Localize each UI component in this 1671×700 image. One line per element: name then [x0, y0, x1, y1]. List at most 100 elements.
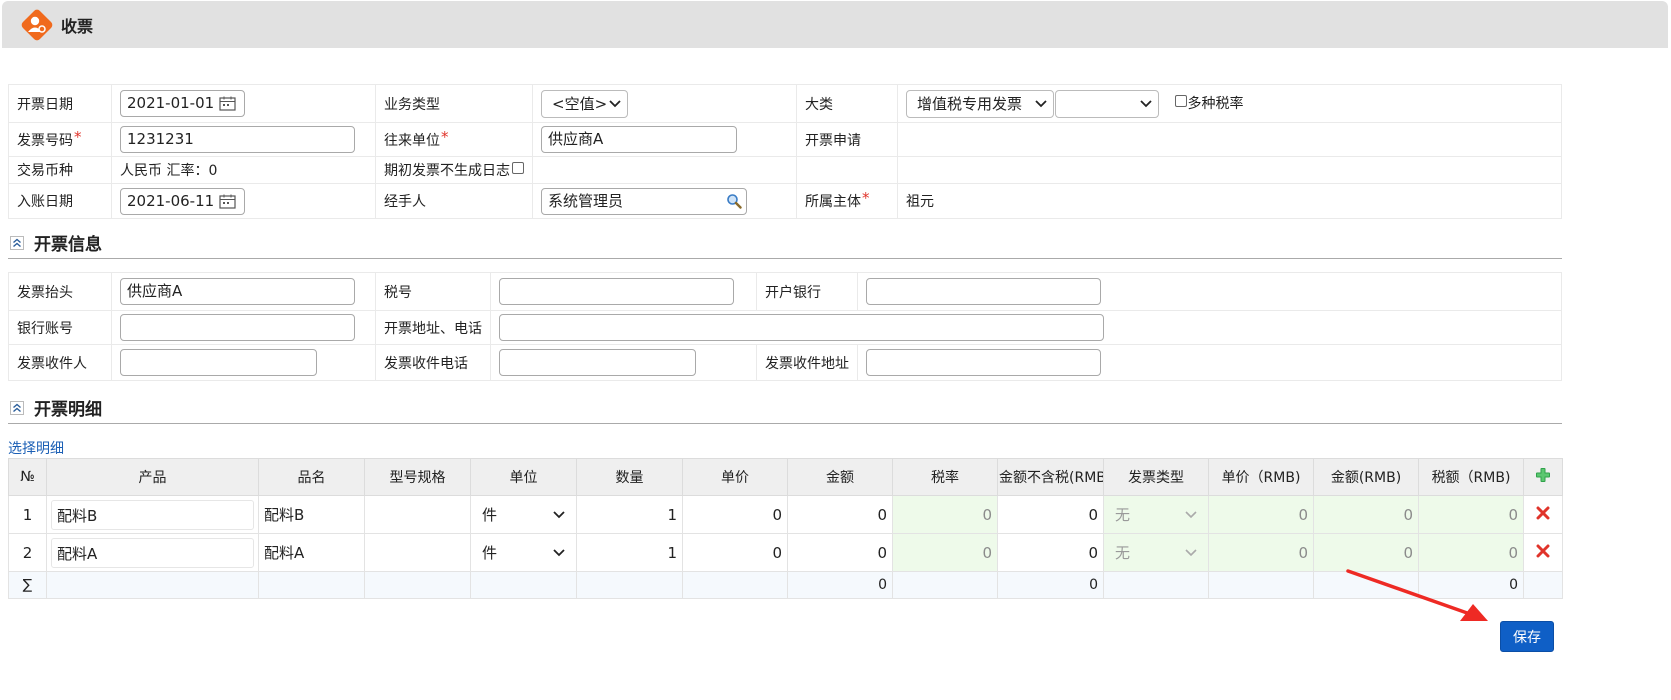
add-row-icon[interactable]	[1535, 467, 1551, 483]
unit-select[interactable]: 件	[476, 538, 571, 568]
no-initial-log-label: 期初发票不生成日志	[384, 163, 510, 179]
recipient-label: 发票收件人	[8, 344, 112, 381]
category-sub-select[interactable]	[1055, 89, 1159, 118]
sum-amount: 0	[787, 571, 893, 599]
invoice-number-input[interactable]: 1231231	[120, 126, 355, 153]
handler-label: 经手人	[375, 183, 533, 219]
name-cell: 配料B	[258, 495, 365, 534]
no-initial-log-checkbox[interactable]	[512, 162, 524, 174]
collapse-icon[interactable]	[10, 235, 24, 250]
amount-excl-tax-input[interactable]: 0	[997, 533, 1104, 572]
calendar-icon[interactable]	[219, 96, 236, 111]
col-header-amount-rmb: 金额(RMB)	[1313, 458, 1419, 496]
qty-input[interactable]: 1	[576, 533, 683, 572]
col-header-tax-rate: 税率	[892, 458, 998, 496]
col-header-tax-rmb: 税额（RMB)	[1418, 458, 1524, 496]
delete-row-icon[interactable]	[1536, 506, 1550, 520]
magnifier-icon[interactable]	[726, 193, 742, 209]
entity-label: 所属主体	[805, 194, 861, 210]
multi-tax-rate-label: 多种税率	[1187, 95, 1244, 112]
invoice-request-value	[897, 122, 1562, 157]
col-header-spec: 型号规格	[364, 458, 471, 496]
header-form: 开票日期 2021-01-01 业务类型 <空值> 大类 增值税专用发票 多种税…	[8, 84, 1562, 219]
recipient-input[interactable]	[120, 349, 317, 376]
tax-number-label: 税号	[375, 272, 491, 311]
counterparty-input[interactable]: 供应商A	[541, 126, 737, 153]
tax-rmb-cell: 0	[1418, 495, 1524, 534]
detail-grid: № 产品 品名 型号规格 单位 数量 单价 金额 税率 金额不含税(RMB 发票…	[8, 458, 1563, 599]
bank-account-input[interactable]	[120, 314, 355, 341]
recipient-phone-input[interactable]	[499, 349, 696, 376]
counterparty-label: 往来单位	[384, 132, 440, 149]
handler-input[interactable]: 系统管理员	[541, 187, 747, 215]
invoice-title-input[interactable]: 供应商A	[120, 278, 355, 305]
qty-input[interactable]: 1	[576, 495, 683, 534]
col-header-unit: 单位	[470, 458, 577, 496]
spec-cell[interactable]	[364, 495, 471, 534]
billing-section-title: 开票信息	[34, 235, 102, 255]
col-header-price-rmb: 单价（RMB)	[1208, 458, 1314, 496]
delete-row-button[interactable]	[1523, 495, 1563, 534]
chevron-down-icon	[553, 548, 565, 556]
tax-rate-cell: 0	[892, 533, 998, 572]
user-logo-icon	[21, 9, 53, 40]
bank-input[interactable]	[866, 278, 1101, 305]
invoice-type-select: 无	[1109, 538, 1203, 568]
invoice-request-label: 开票申请	[796, 122, 898, 157]
detail-section-header[interactable]: 开票明细	[8, 392, 1562, 424]
spec-cell[interactable]	[364, 533, 471, 572]
tax-rate-cell: 0	[892, 495, 998, 534]
amount-input[interactable]: 0	[787, 533, 893, 572]
product-input[interactable]: 配料B	[51, 499, 254, 530]
name-cell: 配料A	[258, 533, 365, 572]
col-header-qty: 数量	[576, 458, 683, 496]
posting-date-input[interactable]: 2021-06-11	[120, 187, 245, 215]
address-phone-input[interactable]	[499, 314, 1104, 341]
annotation-arrow	[1346, 569, 1488, 621]
col-header-price: 单价	[682, 458, 788, 496]
billing-section-header[interactable]: 开票信息	[8, 227, 1562, 259]
unit-select[interactable]: 件	[476, 500, 571, 530]
invoice-number-label: 发票号码	[17, 132, 73, 149]
row-no: 2	[8, 533, 47, 572]
delete-row-icon[interactable]	[1536, 544, 1550, 558]
row-no: 1	[8, 495, 47, 534]
price-input[interactable]: 0	[682, 495, 788, 534]
invoice-date-input[interactable]: 2021-01-01	[120, 90, 245, 117]
address-phone-label: 开票地址、电话	[375, 310, 491, 345]
multi-tax-rate-checkbox[interactable]	[1175, 94, 1188, 107]
delete-row-button[interactable]	[1523, 533, 1563, 572]
table-row: 1 配料B 配料B 件 1 0 0 0 0 无 0 0 0	[8, 495, 1563, 534]
calendar-icon[interactable]	[219, 194, 236, 209]
invoice-title-label: 发票抬头	[8, 272, 112, 311]
required-mark: *	[74, 127, 82, 146]
recipient-address-label: 发票收件地址	[756, 344, 858, 381]
select-detail-link[interactable]: 选择明细	[8, 438, 64, 458]
grid-header-row: № 产品 品名 型号规格 单位 数量 单价 金额 税率 金额不含税(RMB 发票…	[8, 458, 1563, 496]
product-input[interactable]: 配料A	[51, 537, 254, 568]
add-row-button[interactable]	[1523, 458, 1563, 496]
collapse-icon[interactable]	[10, 400, 24, 415]
col-header-amount: 金额	[787, 458, 893, 496]
required-mark: *	[441, 127, 449, 146]
amount-input[interactable]: 0	[787, 495, 893, 534]
col-header-name: 品名	[258, 458, 365, 496]
business-type-select[interactable]: <空值>	[541, 89, 628, 118]
col-header-product: 产品	[46, 458, 259, 496]
currency-value: 人民币 汇率：0	[111, 156, 376, 184]
currency-label: 交易币种	[8, 156, 112, 184]
col-header-amount-excl-tax: 金额不含税(RMB	[997, 458, 1104, 496]
category-select[interactable]: 增值税专用发票	[906, 89, 1054, 118]
save-button[interactable]: 保存	[1500, 621, 1554, 652]
price-input[interactable]: 0	[682, 533, 788, 572]
chevron-down-icon	[553, 510, 565, 518]
price-rmb-cell: 0	[1208, 495, 1314, 534]
col-header-no: №	[8, 458, 47, 496]
chevron-down-icon	[1185, 510, 1197, 518]
recipient-address-input[interactable]	[866, 349, 1101, 376]
sum-symbol: ∑	[8, 571, 47, 599]
title-bar: 收票	[2, 1, 1668, 48]
business-type-label: 业务类型	[375, 84, 533, 123]
amount-excl-tax-input[interactable]: 0	[997, 495, 1104, 534]
tax-number-input[interactable]	[499, 278, 734, 305]
